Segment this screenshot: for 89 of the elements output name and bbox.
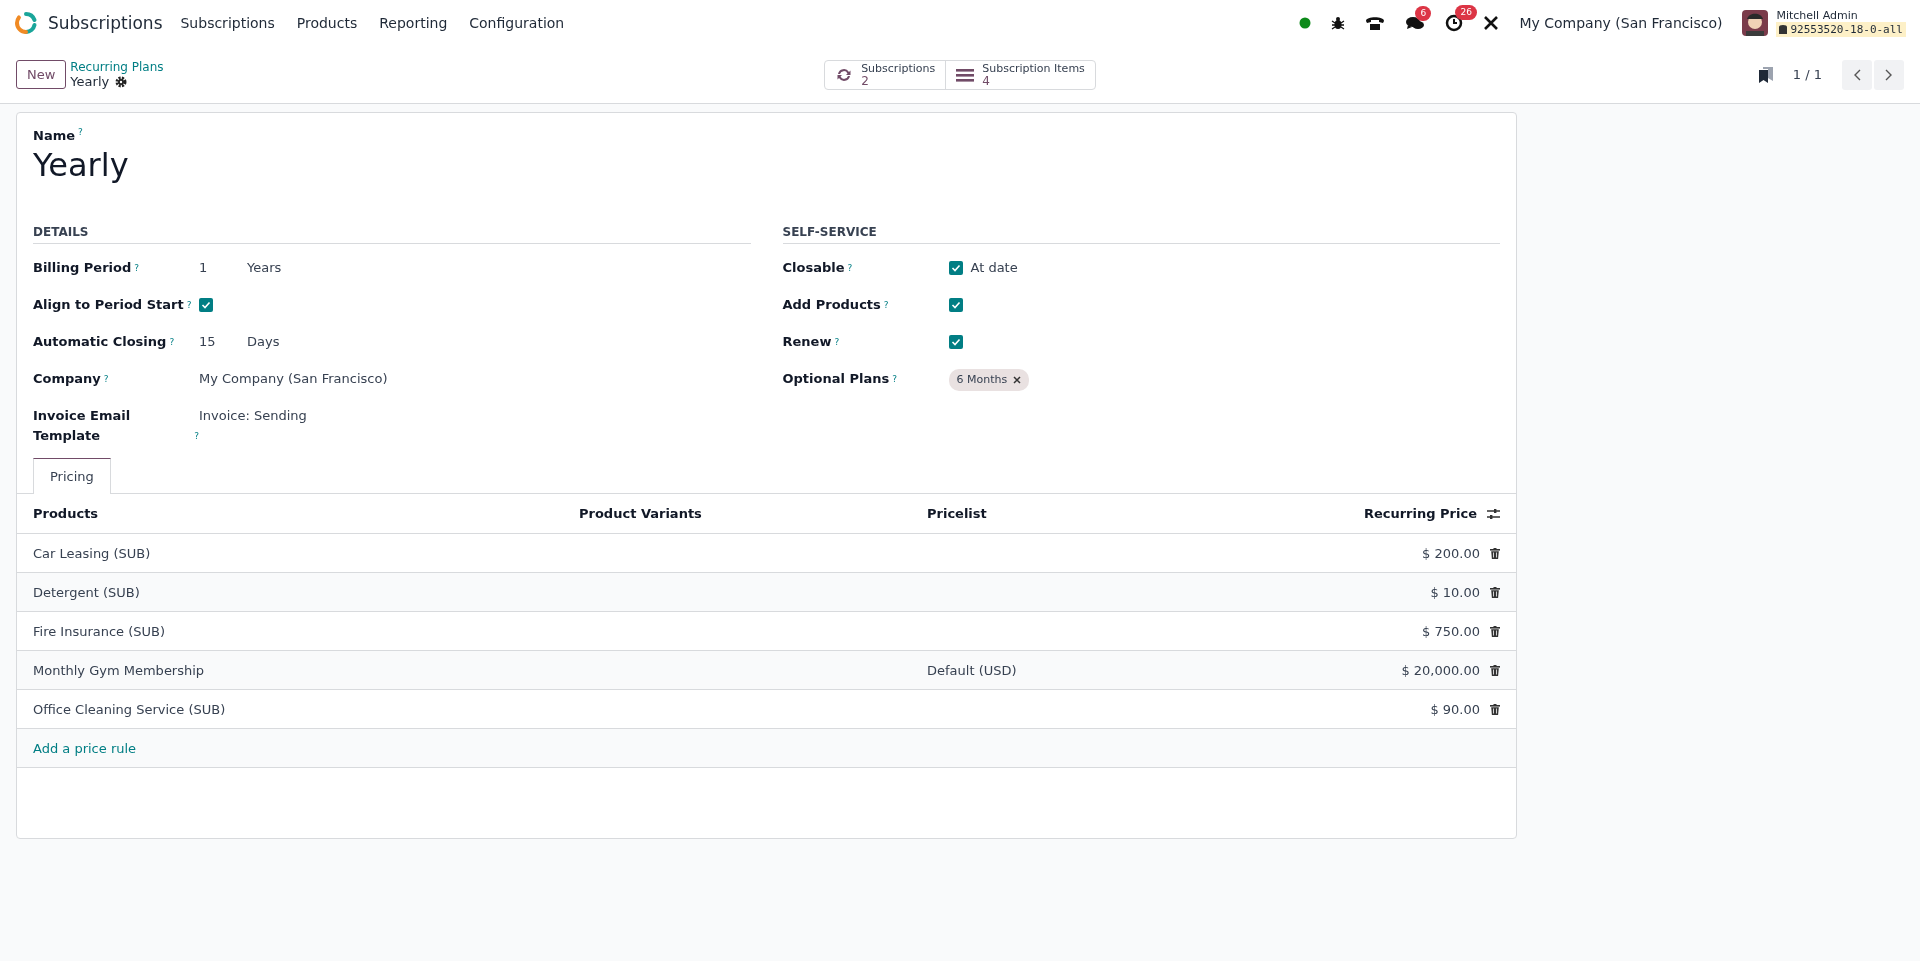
menu-item[interactable]: Configuration — [469, 15, 565, 31]
help-mark[interactable]: ? — [134, 258, 140, 279]
help-mark[interactable]: ? — [169, 332, 175, 353]
table-cell: Fire Insurance (SUB) — [17, 611, 563, 651]
help-mark[interactable]: ? — [883, 295, 889, 316]
trash-icon[interactable] — [1490, 664, 1500, 676]
user-name[interactable]: Mitchell Admin — [1776, 9, 1906, 22]
field-label: Company — [33, 370, 101, 389]
table-cell: Default (USD) — [911, 650, 1193, 690]
column-header[interactable]: Products — [17, 494, 563, 534]
smart-button[interactable]: Subscription Items 4 — [946, 60, 1095, 89]
new-button[interactable]: New — [16, 60, 67, 89]
table-cell: $ 10.00 — [1430, 584, 1480, 600]
add-line-link[interactable]: Add a price rule — [33, 740, 137, 756]
table-cell: Monthly Gym Membership — [17, 650, 563, 690]
gear-icon[interactable] — [115, 75, 128, 88]
trash-icon[interactable] — [1490, 586, 1500, 598]
trash-icon[interactable] — [1490, 703, 1500, 715]
unit-field[interactable]: Days — [247, 332, 280, 353]
phone-icon[interactable] — [1365, 15, 1386, 31]
column-settings-icon[interactable] — [1487, 507, 1500, 520]
tab[interactable]: Pricing — [33, 458, 111, 495]
help-mark[interactable]: ? — [186, 295, 192, 316]
database-name: 92553520-18-0-all — [1776, 22, 1906, 37]
number-field[interactable]: 15 — [199, 332, 239, 353]
checkbox[interactable] — [948, 261, 963, 276]
field-label: Billing Period — [33, 259, 132, 278]
bug-icon[interactable] — [1331, 16, 1346, 30]
unit-field[interactable]: Years — [247, 258, 282, 279]
remove-icon[interactable] — [1013, 376, 1022, 385]
app-logo-icon — [14, 11, 38, 35]
table-cell: $ 90.00 — [1430, 701, 1480, 717]
field-label: Name — [33, 128, 75, 144]
activity-count: 26 — [1455, 5, 1477, 20]
column-header[interactable]: Product Variants — [563, 494, 911, 534]
record-title: Yearly — [70, 74, 110, 89]
help-mark[interactable]: ? — [834, 332, 840, 353]
message-count: 6 — [1415, 6, 1432, 21]
field-label: Invoice Email Template — [33, 407, 132, 446]
breadcrumb-link[interactable]: Recurring Plans — [70, 60, 164, 74]
clock-icon[interactable] — [1445, 14, 1464, 32]
field-label: Optional Plans — [782, 370, 890, 389]
trash-icon[interactable] — [1490, 625, 1500, 637]
trash-icon[interactable] — [1490, 547, 1500, 559]
database-icon — [1779, 24, 1788, 35]
table-cell: $ 750.00 — [1422, 623, 1480, 639]
table-cell: Car Leasing (SUB) — [17, 533, 563, 573]
table-cell: Detergent (SUB) — [17, 572, 563, 612]
status-dot-icon[interactable] — [1299, 17, 1312, 29]
checkbox[interactable] — [948, 298, 963, 313]
plan-tag: 6 Months — [948, 369, 1030, 392]
menu-item[interactable]: Reporting — [379, 15, 448, 31]
number-field[interactable]: 1 — [199, 258, 239, 279]
help-mark[interactable]: ? — [847, 258, 853, 279]
column-header[interactable]: Recurring Price — [1363, 506, 1477, 522]
avatar-icon[interactable] — [1742, 10, 1769, 36]
list-icon — [956, 66, 975, 83]
checkbox[interactable] — [199, 298, 213, 313]
help-mark[interactable]: ? — [103, 369, 109, 390]
help-mark[interactable]: ? — [194, 426, 199, 447]
field-label: Add Products — [782, 296, 881, 315]
help-mark[interactable]: ? — [892, 369, 897, 390]
section-heading: DETAILS — [33, 225, 751, 245]
chevron-right-icon — [1885, 68, 1893, 81]
company-switcher[interactable]: My Company (San Francisco) — [1519, 15, 1723, 31]
table-cell: $ 200.00 — [1422, 545, 1480, 561]
checkbox[interactable] — [948, 335, 963, 350]
checkbox-caption: At date — [970, 259, 1018, 278]
help-mark[interactable]: ? — [78, 127, 83, 137]
field-label: Automatic Closing — [33, 333, 167, 352]
menu-item[interactable]: Subscriptions — [180, 15, 275, 31]
value-field[interactable]: Invoice: Sending — [199, 406, 307, 427]
chat-icon[interactable] — [1405, 15, 1426, 31]
field-label: Closable — [782, 259, 845, 278]
app-name[interactable]: Subscriptions — [48, 13, 163, 33]
table-cell: $ 20,000.00 — [1401, 662, 1480, 678]
table-cell: Office Cleaning Service (SUB) — [17, 689, 563, 729]
bookmarks-icon[interactable] — [1758, 66, 1773, 83]
field-label: Align to Period Start — [33, 296, 184, 315]
menu-item[interactable]: Products — [296, 15, 358, 31]
refresh-icon — [835, 66, 854, 83]
record-name-field[interactable]: Yearly — [33, 145, 1500, 186]
field-label: Renew — [782, 333, 832, 352]
value-field[interactable]: My Company (San Francisco) — [199, 369, 388, 390]
column-header[interactable]: Pricelist — [911, 494, 1193, 534]
pager-value: 1 / 1 — [1792, 67, 1822, 82]
smart-button[interactable]: Subscriptions 2 — [825, 60, 947, 89]
section-heading: SELF-SERVICE — [782, 225, 1500, 245]
chevron-left-icon — [1853, 68, 1861, 81]
